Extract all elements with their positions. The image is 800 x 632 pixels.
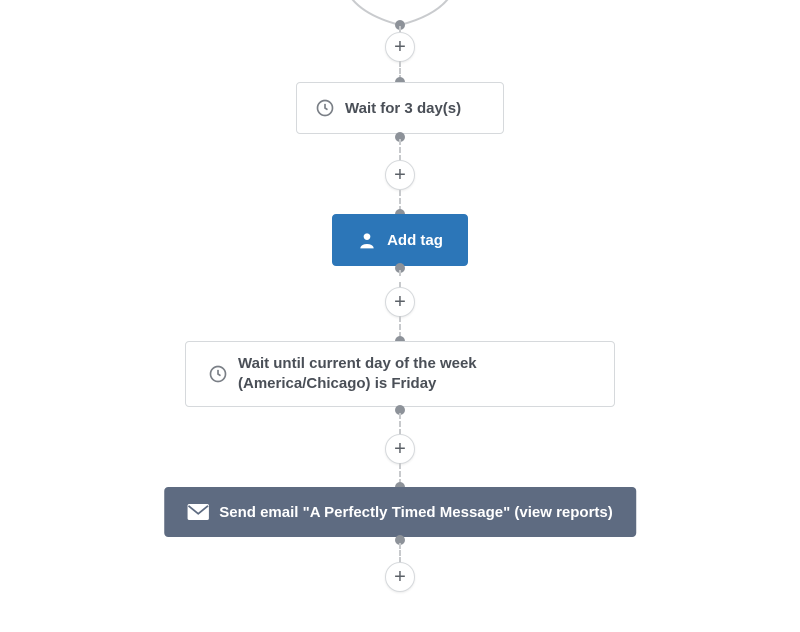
add-tag-label: Add tag: [387, 232, 443, 249]
connector-line: [399, 139, 401, 161]
wait-delay-label: Wait for 3 day(s): [345, 100, 461, 117]
clock-icon: [315, 98, 335, 118]
add-step-button[interactable]: +: [385, 160, 415, 190]
wait-delay-node[interactable]: Wait for 3 day(s): [296, 82, 504, 134]
add-step-button[interactable]: +: [385, 287, 415, 317]
wait-until-day-node[interactable]: Wait until current day of the week (Amer…: [185, 341, 615, 407]
wait-until-day-label: Wait until current day of the week (Amer…: [238, 354, 592, 395]
connector-line: [399, 543, 401, 563]
add-step-button[interactable]: +: [385, 562, 415, 592]
connector-line: [399, 413, 401, 435]
connector-line: [399, 316, 401, 338]
add-step-button[interactable]: +: [385, 434, 415, 464]
send-email-label: Send email "A Perfectly Timed Message" (…: [219, 504, 613, 521]
add-step-button[interactable]: +: [385, 32, 415, 62]
send-email-node[interactable]: Send email "A Perfectly Timed Message" (…: [164, 487, 636, 537]
add-tag-node[interactable]: Add tag: [332, 214, 468, 266]
mail-icon: [187, 504, 209, 520]
clock-icon: [208, 364, 228, 384]
user-icon: [357, 230, 377, 250]
connector-line: [399, 270, 401, 288]
automation-flow-canvas: + Wait for 3 day(s) + Add tag +: [0, 0, 800, 632]
